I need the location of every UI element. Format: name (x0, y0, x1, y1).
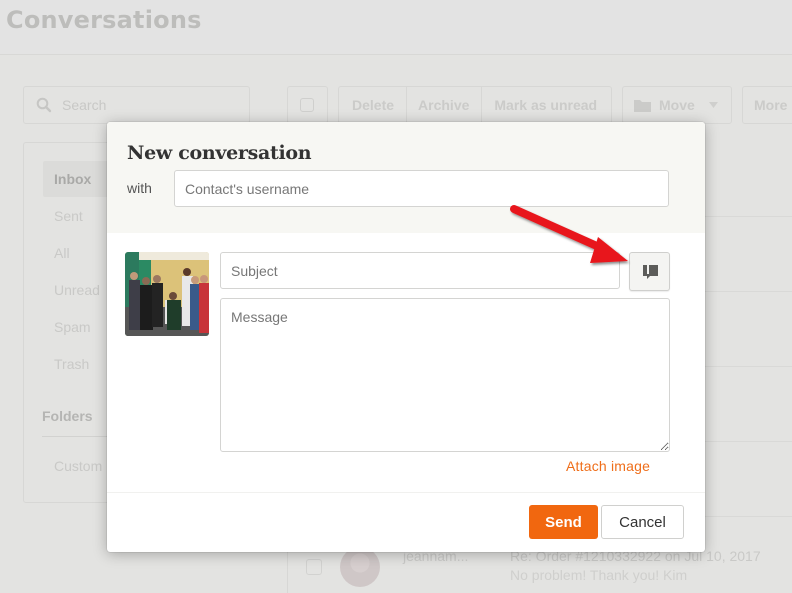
new-conversation-dialog: New conversation with Attach image (107, 122, 705, 552)
dialog-title: New conversation (127, 142, 312, 164)
conversation-checkbox[interactable] (306, 559, 322, 575)
chevron-down-icon (708, 102, 718, 108)
page-title: Conversations (6, 6, 202, 34)
send-button[interactable]: Send (529, 505, 598, 539)
message-textarea[interactable] (220, 298, 670, 452)
user-avatar-photo (125, 252, 209, 336)
folders-heading: Folders (42, 408, 93, 424)
delete-button[interactable]: Delete (339, 87, 408, 123)
action-button-group: Delete Archive Mark as unread (338, 86, 612, 124)
checkbox[interactable] (300, 98, 314, 112)
select-all-checkbox[interactable] (287, 86, 328, 124)
archive-button[interactable]: Archive (407, 87, 483, 123)
with-label: with (127, 180, 152, 196)
sender-avatar (340, 547, 380, 587)
conversation-preview: No problem! Thank you! Kim (510, 567, 688, 583)
more-button[interactable]: More (742, 86, 792, 124)
mark-unread-button[interactable]: Mark as unread (482, 87, 609, 123)
folder-icon (634, 99, 651, 112)
contact-username-input[interactable] (174, 170, 669, 207)
subject-input[interactable] (220, 252, 620, 289)
move-label: Move (659, 97, 695, 113)
search-icon (36, 97, 52, 113)
search-input[interactable]: Search (23, 86, 250, 124)
emoji-picker-button[interactable] (629, 252, 670, 291)
cancel-button[interactable]: Cancel (601, 505, 684, 539)
move-button[interactable]: Move (623, 87, 728, 123)
attach-image-link[interactable]: Attach image (566, 458, 650, 474)
page-header: Conversations (0, 0, 792, 55)
more-label: More (754, 97, 788, 113)
move-dropdown[interactable]: Move (622, 86, 732, 124)
speech-bubble-icon (643, 265, 658, 279)
dialog-footer-divider (107, 492, 705, 493)
search-placeholder: Search (62, 97, 107, 113)
dialog-header: New conversation with (107, 122, 705, 233)
